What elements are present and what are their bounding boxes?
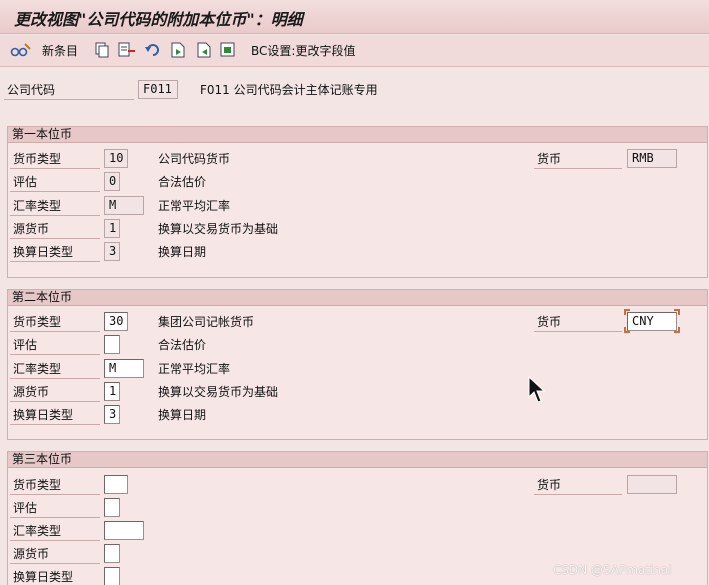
source-currency-field[interactable] — [104, 544, 120, 563]
exchange-rate-type-field[interactable] — [104, 521, 144, 540]
valuation-field[interactable] — [104, 335, 120, 354]
group-title: 第二本位币 — [8, 290, 707, 306]
source-currency-label: 源货币 — [10, 545, 100, 564]
source-currency-label: 源货币 — [10, 383, 100, 402]
group-title: 第一本位币 — [8, 127, 707, 143]
window-title: 更改视图"公司代码的附加本位币"：明细 — [14, 10, 303, 29]
source-currency-description: 换算以交易货币为基础 — [158, 385, 279, 399]
undo-icon[interactable] — [144, 41, 162, 59]
currency-type-description: 集团公司记帐货币 — [158, 315, 255, 329]
valuation-label: 评估 — [10, 499, 100, 518]
bc-settings-label: BC设置:更改字段值 — [251, 43, 356, 58]
currency-field[interactable]: RMB — [627, 149, 677, 168]
currency-type-field[interactable]: 10 — [104, 149, 128, 168]
currency-type-description: 公司代码货币 — [158, 152, 231, 166]
exchange-rate-type-field[interactable]: M — [104, 196, 144, 215]
block-icon[interactable] — [220, 41, 236, 59]
deselect-icon[interactable] — [196, 41, 212, 59]
exchange-rate-type-field[interactable]: M — [104, 359, 144, 378]
translation-date-type-description: 换算日期 — [158, 245, 207, 259]
currency-label: 货币 — [534, 476, 622, 495]
translation-date-type-field[interactable]: 3 — [104, 242, 120, 261]
watermark: CSDN @SAPmatinal — [553, 563, 672, 577]
bc-settings-button[interactable]: BC设置:更改字段值 — [251, 41, 355, 59]
select-all-icon[interactable] — [170, 41, 186, 59]
new-entries-button[interactable]: 新条目 — [42, 41, 78, 59]
currency-type-field[interactable] — [104, 475, 128, 494]
valuation-description: 合法估价 — [158, 338, 207, 352]
new-entries-label: 新条目 — [42, 43, 79, 58]
title-bar: 更改视图"公司代码的附加本位币"：明细 — [0, 0, 709, 34]
source-currency-description: 换算以交易货币为基础 — [158, 222, 279, 236]
company-code-label: 公司代码 — [4, 81, 134, 100]
currency-field-focused[interactable]: CNY — [627, 312, 677, 331]
currency-type-label: 货币类型 — [10, 313, 100, 332]
valuation-field[interactable] — [104, 498, 120, 517]
valuation-label: 评估 — [10, 173, 100, 192]
currency-type-label: 货币类型 — [10, 150, 100, 169]
source-currency-field[interactable]: 1 — [104, 382, 120, 401]
valuation-label: 评估 — [10, 336, 100, 355]
display-change-icon[interactable] — [10, 41, 32, 59]
exchange-rate-type-label: 汇率类型 — [10, 197, 100, 216]
translation-date-type-label: 换算日类型 — [10, 406, 100, 425]
exchange-rate-type-description: 正常平均汇率 — [158, 362, 231, 376]
focus-corner — [674, 309, 680, 315]
translation-date-type-label: 换算日类型 — [10, 568, 100, 585]
mouse-cursor-icon — [528, 375, 548, 407]
source-currency-label: 源货币 — [10, 220, 100, 239]
company-code-field[interactable]: F011 — [138, 80, 178, 99]
focus-corner — [624, 327, 630, 333]
translation-date-type-description: 换算日期 — [158, 408, 207, 422]
copy-icon[interactable] — [94, 41, 110, 59]
exchange-rate-type-label: 汇率类型 — [10, 522, 100, 541]
valuation-field[interactable]: 0 — [104, 172, 120, 191]
translation-date-type-field[interactable]: 3 — [104, 405, 120, 424]
application-toolbar: 新条目 BC设置:更改字段值 — [0, 35, 709, 67]
exchange-rate-type-label: 汇率类型 — [10, 360, 100, 379]
company-code-description: F011 公司代码会计主体记账专用 — [200, 83, 378, 97]
currency-label: 货币 — [534, 150, 622, 169]
group-title: 第三本位币 — [8, 452, 707, 468]
source-currency-field[interactable]: 1 — [104, 219, 120, 238]
translation-date-type-label: 换算日类型 — [10, 243, 100, 262]
valuation-description: 合法估价 — [158, 175, 207, 189]
focus-corner — [624, 309, 630, 315]
exchange-rate-type-description: 正常平均汇率 — [158, 199, 231, 213]
delete-icon[interactable] — [118, 41, 136, 59]
translation-date-type-field[interactable] — [104, 567, 120, 585]
currency-type-label: 货币类型 — [10, 476, 100, 495]
focus-corner — [674, 327, 680, 333]
currency-field[interactable] — [627, 475, 677, 494]
currency-type-field[interactable]: 30 — [104, 312, 128, 331]
currency-label: 货币 — [534, 313, 622, 332]
